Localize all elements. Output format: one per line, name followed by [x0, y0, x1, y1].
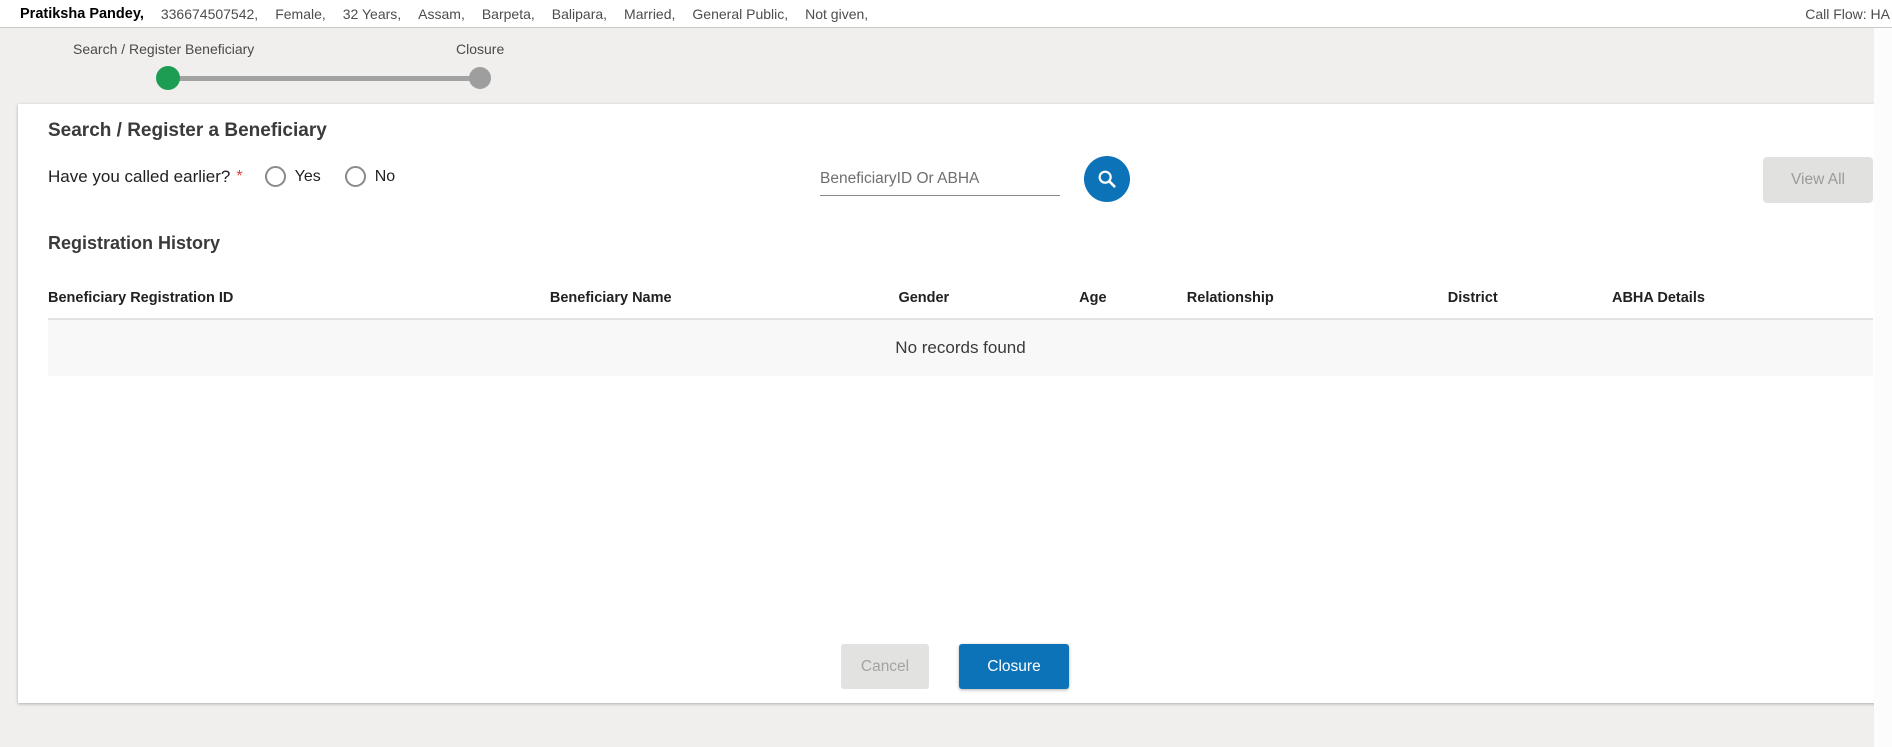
- col-beneficiary-registration-id: Beneficiary Registration ID: [48, 280, 550, 319]
- radio-yes[interactable]: [265, 166, 286, 187]
- col-abha-details: ABHA Details: [1612, 280, 1873, 319]
- patient-category: General Public,: [692, 6, 788, 22]
- call-flow-label: Call Flow: HA: [1805, 6, 1890, 22]
- table-header-row: Beneficiary Registration ID Beneficiary …: [48, 280, 1873, 319]
- step-label-closure: Closure: [456, 41, 504, 57]
- search-button[interactable]: [1084, 156, 1130, 202]
- patient-extra: Not given,: [805, 6, 868, 22]
- patient-state: Assam,: [418, 6, 465, 22]
- progress-stepper: Search / Register Beneficiary Closure: [0, 28, 1892, 104]
- vertical-scrollbar-track[interactable]: [1874, 28, 1892, 747]
- called-earlier-row: Have you called earlier? * Yes No: [48, 166, 419, 187]
- search-icon: [1096, 168, 1118, 190]
- called-earlier-label: Have you called earlier?: [48, 167, 230, 187]
- registration-history-title: Registration History: [48, 233, 220, 254]
- patient-id: 336674507542,: [161, 6, 258, 22]
- stepper-connector-line: [168, 76, 480, 81]
- radio-no-label: No: [375, 168, 395, 186]
- patient-block: Balipara,: [552, 6, 607, 22]
- col-age: Age: [1079, 280, 1187, 319]
- patient-marital-status: Married,: [624, 6, 675, 22]
- radio-no[interactable]: [345, 166, 366, 187]
- beneficiary-search-group: [820, 156, 1130, 202]
- patient-info-bar: Pratiksha Pandey, 336674507542, Female, …: [0, 0, 1892, 28]
- no-records-row: No records found: [48, 320, 1873, 376]
- col-beneficiary-name: Beneficiary Name: [550, 280, 899, 319]
- patient-gender: Female,: [275, 6, 326, 22]
- step-dot-search-register[interactable]: [156, 66, 180, 90]
- bottom-actions: Cancel Closure: [18, 644, 1892, 689]
- col-district: District: [1448, 280, 1612, 319]
- radio-yes-label: Yes: [295, 168, 321, 186]
- patient-district: Barpeta,: [482, 6, 535, 22]
- called-earlier-options: Yes No: [265, 166, 420, 187]
- col-relationship: Relationship: [1187, 280, 1448, 319]
- col-gender: Gender: [898, 280, 1079, 319]
- patient-age: 32 Years,: [343, 6, 401, 22]
- search-register-card: Search / Register a Beneficiary Have you…: [18, 104, 1892, 703]
- beneficiary-id-input[interactable]: [820, 162, 1060, 196]
- patient-name: Pratiksha Pandey,: [20, 6, 144, 22]
- cancel-button[interactable]: Cancel: [841, 644, 929, 689]
- step-label-search-register: Search / Register Beneficiary: [73, 41, 254, 57]
- view-all-button[interactable]: View All: [1763, 157, 1873, 203]
- registration-history-table: Beneficiary Registration ID Beneficiary …: [48, 280, 1873, 376]
- step-dot-closure[interactable]: [469, 67, 491, 89]
- page-title: Search / Register a Beneficiary: [48, 120, 327, 142]
- required-asterisk: *: [236, 168, 242, 186]
- closure-button[interactable]: Closure: [959, 644, 1069, 689]
